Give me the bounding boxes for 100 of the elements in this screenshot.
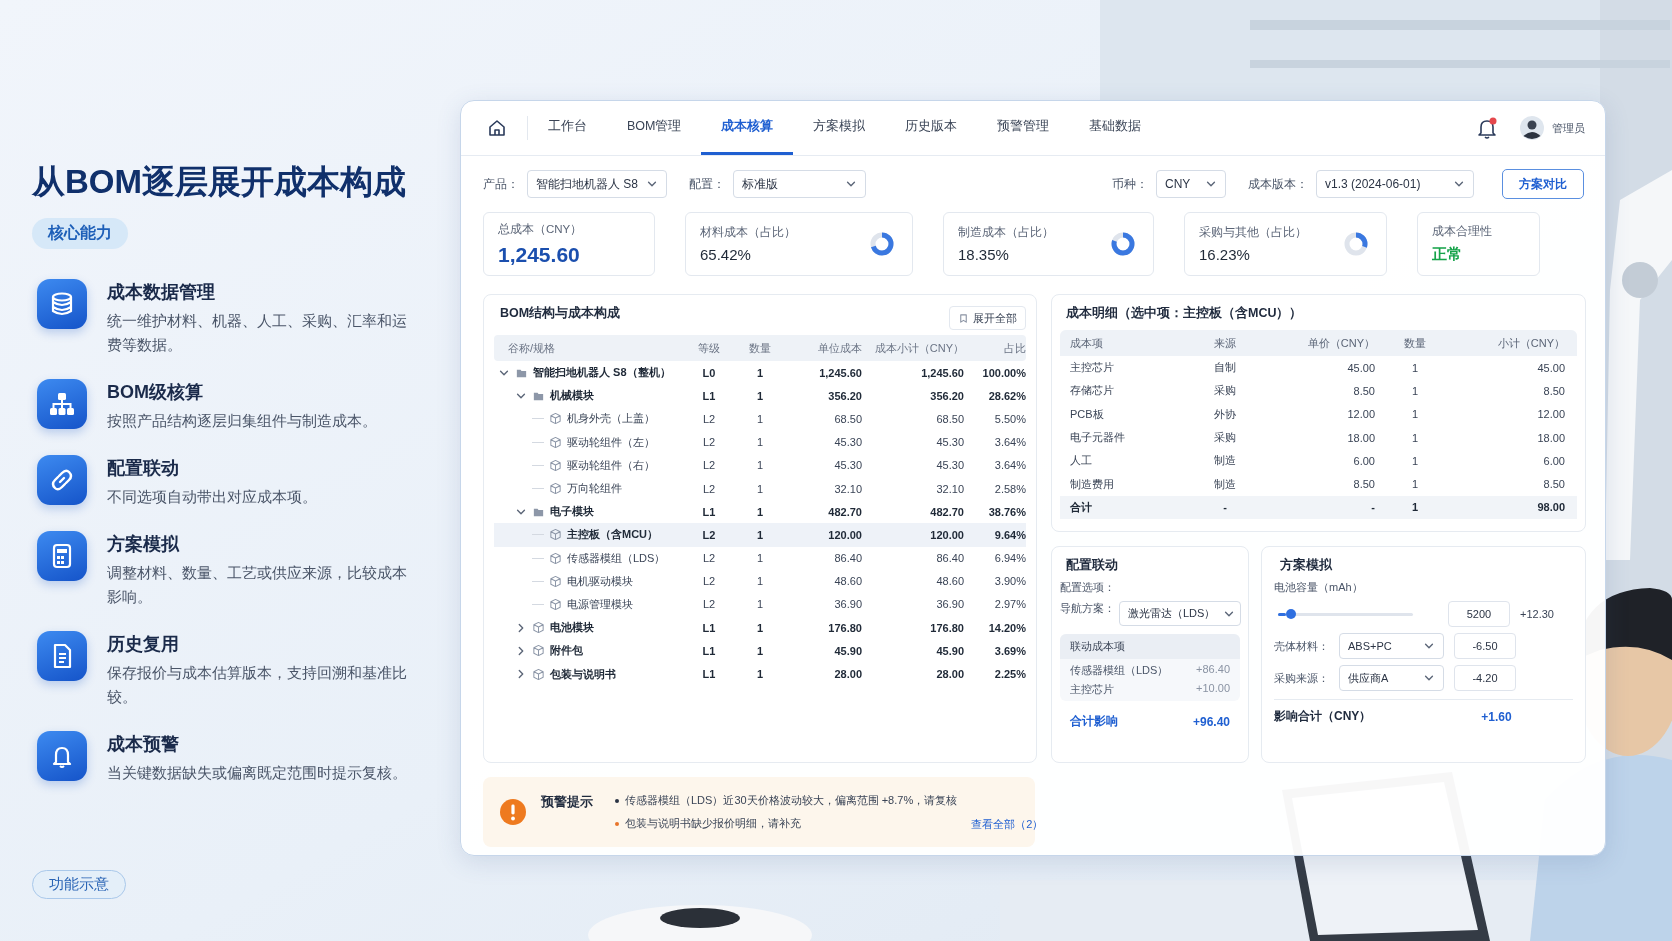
table-row[interactable]: 电池模块 L1 1 176.80 176.80 14.20% — [494, 616, 1026, 640]
table-cell-text: 28.62% — [987, 389, 1026, 402]
table-cell-text: 合计 — [1069, 499, 1093, 515]
table-cell-text: 32.10 — [935, 482, 964, 495]
filter-label: 币种： — [1112, 175, 1148, 193]
table-cell-text: 1 — [755, 644, 765, 657]
value-field[interactable]: -4.20 — [1454, 665, 1516, 691]
item-name: 机械模块 — [550, 388, 594, 404]
slider-label: 电池容量（mAh） — [1274, 580, 1363, 595]
nav-tab[interactable]: 工作台 — [528, 101, 607, 155]
avatar-icon[interactable] — [1520, 116, 1544, 140]
table-cell-text: 3.64% — [993, 459, 1026, 472]
table-cell-text: 1 — [755, 528, 765, 541]
box-icon — [549, 528, 562, 542]
table-row[interactable]: 机械模块 L1 1 356.20 356.20 28.62% — [494, 384, 1026, 408]
table-cell-text: 3.90% — [993, 575, 1026, 588]
linked-item: 主控芯片 — [1070, 682, 1114, 697]
expand-all-button[interactable]: 展开全部 — [949, 306, 1026, 330]
column-header: 数量 — [1403, 335, 1427, 351]
table-cell-text: 6.00 — [1542, 454, 1565, 467]
total-label: 合计影响 — [1070, 713, 1118, 730]
filter-select[interactable]: v1.3 (2024-06-01) — [1316, 170, 1474, 198]
table-cell-text: 1 — [755, 505, 765, 518]
box-icon — [549, 435, 562, 449]
nav-tab[interactable]: 历史版本 — [885, 101, 978, 155]
table-cell-text: 存储芯片 — [1069, 383, 1115, 399]
column-header: 小计（CNY） — [1496, 335, 1565, 351]
column-header: 成本小计（CNY） — [873, 340, 964, 356]
option-select[interactable]: ABS+PC — [1339, 633, 1444, 659]
table-cell-text: 176.80 — [929, 621, 964, 634]
table-cell-text: 6.94% — [993, 552, 1026, 565]
table-cell-text: L1 — [701, 389, 717, 402]
kpi-value: 1,245.60 — [498, 242, 581, 267]
table-cell-text: 1 — [1410, 431, 1420, 444]
table-cell-text: 45.90 — [935, 644, 964, 657]
table-cell-text: 1 — [755, 598, 765, 611]
option-select[interactable]: 供应商A — [1339, 665, 1444, 691]
kpi-label: 采购与其他（占比） — [1199, 225, 1307, 240]
table-row[interactable]: 机身外壳（上盖） L2 1 68.50 68.50 5.50% — [494, 407, 1026, 431]
value-field[interactable]: 5200 — [1448, 601, 1510, 627]
box-icon — [549, 574, 562, 588]
item-name: 包装与说明书 — [550, 666, 616, 682]
table-cell-text: 45.90 — [833, 644, 862, 657]
compare-button[interactable]: 方案对比 — [1502, 169, 1584, 199]
view-all-link[interactable]: 查看全部（2） — [971, 817, 1044, 832]
table-row[interactable]: 智能扫地机器人 S8（整机） L0 1 1,245.60 1,245.60 100.00% — [494, 361, 1026, 385]
item-name: 电机驱动模块 — [567, 573, 633, 589]
item-name: 附件包 — [550, 643, 583, 659]
feature-description: 不同选项自动带出对应成本项。 — [107, 487, 318, 507]
field-label: 采购来源： — [1274, 670, 1329, 686]
table-row[interactable]: 电机驱动模块 L2 1 48.60 48.60 3.90% — [494, 569, 1026, 593]
navigation-select[interactable]: 激光雷达（LDS） — [1119, 601, 1241, 626]
item-name: 主控板（含MCU） — [567, 527, 659, 543]
table-row[interactable]: 驱动轮组件（左） L2 1 45.30 45.30 3.64% — [494, 430, 1026, 454]
panel-title: 配置联动 — [1065, 557, 1118, 574]
table-cell-text: - — [1222, 501, 1228, 514]
table-cell-text: - — [1370, 501, 1375, 514]
box-icon — [549, 458, 562, 472]
table-cell-text: 86.40 — [935, 552, 964, 565]
filter-select[interactable]: CNY — [1156, 170, 1226, 198]
box-icon — [549, 482, 562, 496]
table-cell-text: 1 — [755, 436, 765, 449]
filter-select[interactable]: 智能扫地机器人 S8 — [527, 170, 667, 198]
table-cell-text: 48.60 — [833, 575, 862, 588]
panel-title: 成本明细（选中项：主控板（含MCU）） — [1065, 305, 1303, 322]
table-row[interactable]: 附件包 L1 1 45.90 45.90 3.69% — [494, 639, 1026, 663]
user-name[interactable]: 管理员 — [1552, 120, 1585, 136]
warning-icon — [499, 798, 527, 826]
table-row[interactable]: 传感器模组（LDS） L2 1 86.40 86.40 6.94% — [494, 546, 1026, 570]
nav-tab[interactable]: 预警管理 — [977, 101, 1070, 155]
table-cell-text: 3.64% — [993, 436, 1026, 449]
table-cell-text: L2 — [701, 459, 717, 472]
table-cell-text: 100.00% — [981, 366, 1026, 379]
home-icon[interactable] — [487, 118, 507, 138]
item-name: 机身外壳（上盖） — [567, 411, 655, 427]
slider-track[interactable] — [1278, 612, 1413, 616]
filter-label: 成本版本： — [1248, 175, 1308, 193]
table-row[interactable]: 包装与说明书 L1 1 28.00 28.00 2.25% — [494, 662, 1026, 686]
table-row[interactable]: 主控板（含MCU） L2 1 120.00 120.00 9.64% — [494, 523, 1026, 547]
nav-tab[interactable]: BOM管理 — [607, 101, 702, 155]
table-cell-text: PCB板 — [1069, 406, 1105, 422]
slider-thumb[interactable] — [1286, 608, 1297, 619]
table-cell-text: 98.00 — [1536, 501, 1565, 514]
table-cell-text: 1 — [1410, 478, 1420, 491]
kpi-label: 制造成本（占比） — [958, 225, 1054, 240]
nav-tab[interactable]: 方案模拟 — [793, 101, 886, 155]
table-cell-text: 482.70 — [827, 505, 862, 518]
value-field[interactable]: -6.50 — [1454, 633, 1516, 659]
column-header: 等级 — [697, 340, 721, 356]
table-row[interactable]: 驱动轮组件（右） L2 1 45.30 45.30 3.64% — [494, 453, 1026, 477]
table-cell-text: 1 — [1410, 384, 1420, 397]
notification-icon[interactable] — [1476, 117, 1498, 139]
panel-title: 方案模拟 — [1279, 557, 1332, 574]
table-row[interactable]: 电源管理模块 L2 1 36.90 36.90 2.97% — [494, 592, 1026, 617]
table-row[interactable]: 万向轮组件 L2 1 32.10 32.10 2.58% — [494, 476, 1026, 501]
nav-tab[interactable]: 成本核算 — [701, 101, 794, 155]
nav-tab[interactable]: 基础数据 — [1069, 101, 1162, 155]
table-row[interactable]: 电子模块 L1 1 482.70 482.70 38.76% — [494, 500, 1026, 524]
filter-select[interactable]: 标准版 — [733, 170, 866, 198]
table-cell-text: 1,245.60 — [818, 366, 862, 379]
